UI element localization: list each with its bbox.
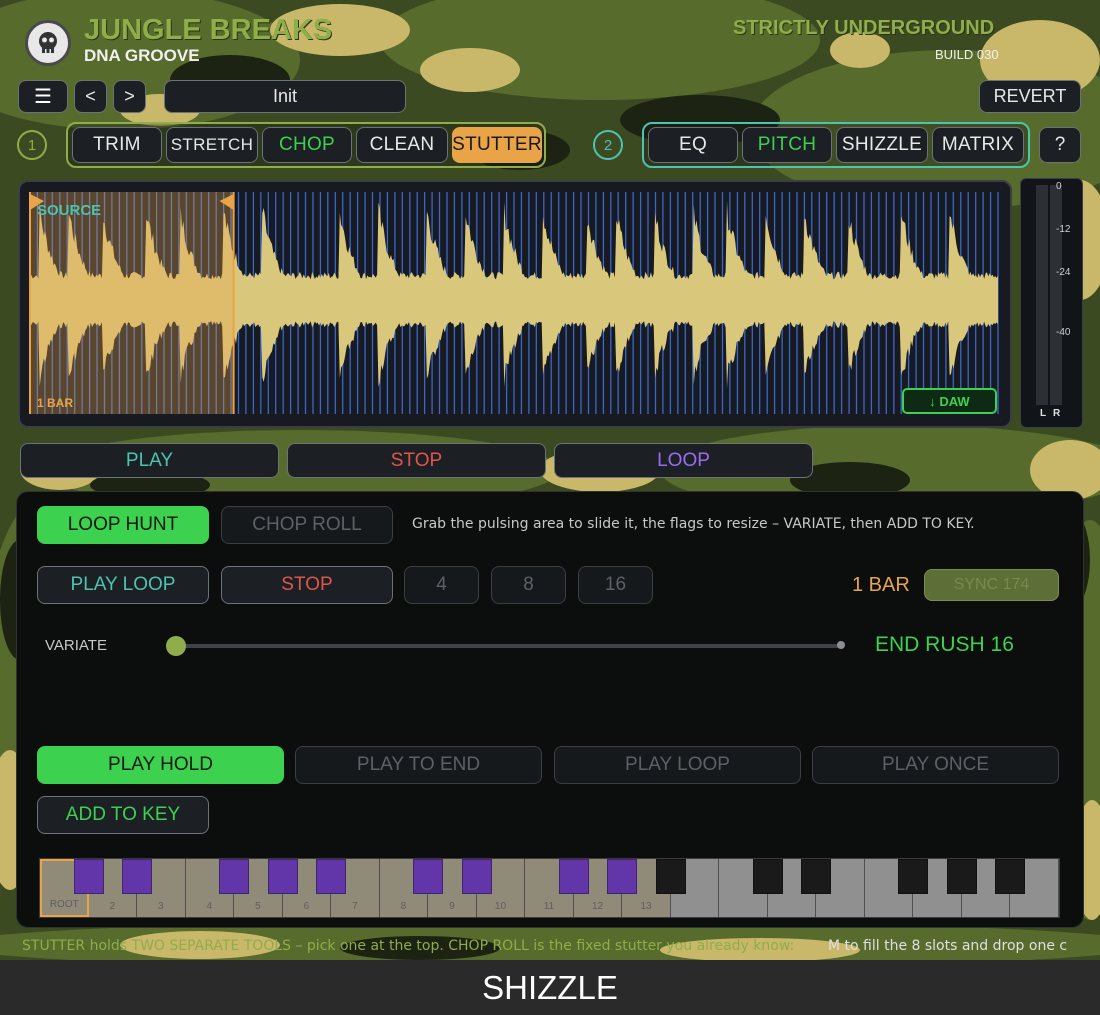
meter-left-label: L bbox=[1040, 408, 1047, 419]
help-ticker: STUTTER holds TWO SEPARATE TOOLS – pick … bbox=[22, 938, 795, 954]
play-loop-button[interactable]: PLAY LOOP bbox=[37, 566, 209, 604]
skull-badge-icon bbox=[39, 32, 57, 53]
loop-hunt-mode-button[interactable]: LOOP HUNT bbox=[37, 506, 209, 544]
meter-right-channel bbox=[1050, 185, 1062, 405]
black-key-slot[interactable] bbox=[413, 859, 444, 894]
play-hold-mode-button[interactable]: PLAY HOLD bbox=[37, 746, 284, 784]
black-key-slot[interactable] bbox=[752, 859, 783, 894]
prev-preset-button[interactable]: < bbox=[74, 80, 107, 113]
key-slot-label: 9 bbox=[449, 901, 455, 912]
waveform-display[interactable] bbox=[20, 182, 1010, 426]
black-key-slot[interactable] bbox=[267, 859, 298, 894]
tab-pitch[interactable]: PITCH bbox=[742, 127, 832, 163]
meter-tick-0: 0 bbox=[1056, 181, 1062, 192]
build-label: BUILD 030 bbox=[935, 47, 999, 62]
loop-length-readout: 1 BAR bbox=[852, 574, 910, 596]
variate-readout: END RUSH 16 bbox=[875, 633, 1014, 656]
key-slot-label: 11 bbox=[543, 901, 555, 912]
play-once-mode-button[interactable]: PLAY ONCE bbox=[812, 746, 1059, 784]
stutter-stop-button[interactable]: STOP bbox=[221, 566, 393, 604]
meter-tick-24: -24 bbox=[1056, 267, 1071, 278]
footer-bar: SHIZZLE bbox=[0, 960, 1100, 1015]
meter-tick-40: -40 bbox=[1056, 327, 1071, 338]
black-key-slot[interactable] bbox=[898, 859, 929, 894]
key-slot-label: 5 bbox=[255, 901, 261, 912]
brand-label: STRICTLY UNDERGROUND bbox=[733, 17, 995, 39]
key-slot-label: 13 bbox=[640, 901, 652, 912]
key-slot-label: 6 bbox=[303, 901, 310, 912]
black-key-slot[interactable] bbox=[122, 859, 153, 894]
chop-roll-mode-button[interactable]: CHOP ROLL bbox=[221, 506, 393, 544]
preset-name-field[interactable]: Init bbox=[164, 80, 406, 113]
waveform-panel[interactable]: SOURCE 1 BAR ↓ DAW bbox=[18, 180, 1012, 428]
add-to-key-button[interactable]: ADD TO KEY bbox=[37, 796, 209, 834]
tab-eq[interactable]: EQ bbox=[648, 127, 738, 163]
key-slot-keyboard[interactable]: ROOT 2 3 4 5 6 7 8 9 10 11 12 13 bbox=[39, 858, 1060, 918]
app-title: JUNGLE BREAKS bbox=[84, 14, 333, 46]
tab-matrix[interactable]: MATRIX bbox=[932, 127, 1024, 163]
meter-tick-12: -12 bbox=[1056, 224, 1071, 235]
source-label: SOURCE bbox=[37, 202, 102, 219]
black-key-slot[interactable] bbox=[607, 859, 638, 894]
key-slot-label: 10 bbox=[494, 901, 507, 912]
black-key-slot[interactable] bbox=[558, 859, 589, 894]
tab-trim[interactable]: TRIM bbox=[72, 127, 162, 163]
black-key-slot[interactable] bbox=[801, 859, 832, 894]
loop-selection[interactable] bbox=[30, 192, 234, 414]
next-preset-button[interactable]: > bbox=[113, 80, 146, 113]
bar-length-label: 1 BAR bbox=[37, 396, 74, 410]
variate-slider-thumb[interactable] bbox=[166, 636, 186, 656]
level-meter: 0 -12 -24 -40 L R bbox=[1020, 178, 1083, 428]
black-key-slot[interactable] bbox=[946, 859, 977, 894]
black-key-slot[interactable] bbox=[316, 859, 347, 894]
division-4-button[interactable]: 4 bbox=[404, 566, 479, 604]
app-logo bbox=[25, 20, 71, 66]
play-button[interactable]: PLAY bbox=[20, 443, 279, 478]
division-16-button[interactable]: 16 bbox=[578, 566, 653, 604]
variate-slider-track[interactable] bbox=[176, 644, 842, 648]
key-slot-label: 8 bbox=[400, 901, 407, 912]
stop-button[interactable]: STOP bbox=[287, 443, 546, 478]
key-slot-label: 2 bbox=[109, 901, 116, 912]
group-2-indicator: 2 bbox=[593, 130, 623, 160]
key-slot-label: ROOT bbox=[49, 899, 79, 910]
tab-chop[interactable]: CHOP bbox=[262, 127, 352, 163]
help-ticker-continued: M to fill the 8 slots and drop one c bbox=[828, 938, 1068, 954]
variate-slider-end bbox=[837, 641, 845, 649]
division-8-button[interactable]: 8 bbox=[491, 566, 566, 604]
footer-title: SHIZZLE bbox=[482, 968, 618, 1006]
app-subtitle: DNA GROOVE bbox=[84, 46, 200, 65]
group-1-indicator: 1 bbox=[17, 130, 47, 160]
tab-clean[interactable]: CLEAN bbox=[356, 127, 448, 163]
drag-to-daw-button[interactable]: ↓ DAW bbox=[902, 388, 997, 414]
variate-label: VARIATE bbox=[45, 637, 107, 654]
meter-left-channel bbox=[1036, 185, 1048, 405]
key-slot-label: 3 bbox=[158, 901, 164, 912]
revert-button[interactable]: REVERT bbox=[979, 80, 1081, 113]
meter-right-label: R bbox=[1053, 408, 1061, 419]
play-loop-mode-button[interactable]: PLAY LOOP bbox=[554, 746, 801, 784]
sync-button[interactable]: SYNC 174 bbox=[924, 569, 1059, 601]
key-slot-label: 7 bbox=[352, 901, 358, 912]
play-to-end-mode-button[interactable]: PLAY TO END bbox=[295, 746, 542, 784]
menu-button[interactable]: ☰ bbox=[18, 80, 68, 113]
loop-button[interactable]: LOOP bbox=[554, 443, 813, 478]
key-slot-label: 12 bbox=[591, 901, 604, 912]
black-key-slot[interactable] bbox=[995, 859, 1026, 894]
black-key-slot[interactable] bbox=[461, 859, 492, 894]
tab-shizzle[interactable]: SHIZZLE bbox=[836, 127, 928, 163]
black-key-slot[interactable] bbox=[655, 859, 686, 894]
tab-stretch[interactable]: STRETCH bbox=[166, 127, 258, 163]
key-slot-label: 4 bbox=[206, 901, 213, 912]
hamburger-menu-icon: ☰ bbox=[34, 86, 52, 108]
stutter-hint-text: Grab the pulsing area to slide it, the f… bbox=[412, 516, 975, 532]
help-button[interactable]: ? bbox=[1039, 127, 1081, 163]
black-key-slot[interactable] bbox=[219, 859, 250, 894]
tab-stutter[interactable]: STUTTER bbox=[452, 127, 542, 163]
black-key-slot[interactable] bbox=[73, 859, 104, 894]
